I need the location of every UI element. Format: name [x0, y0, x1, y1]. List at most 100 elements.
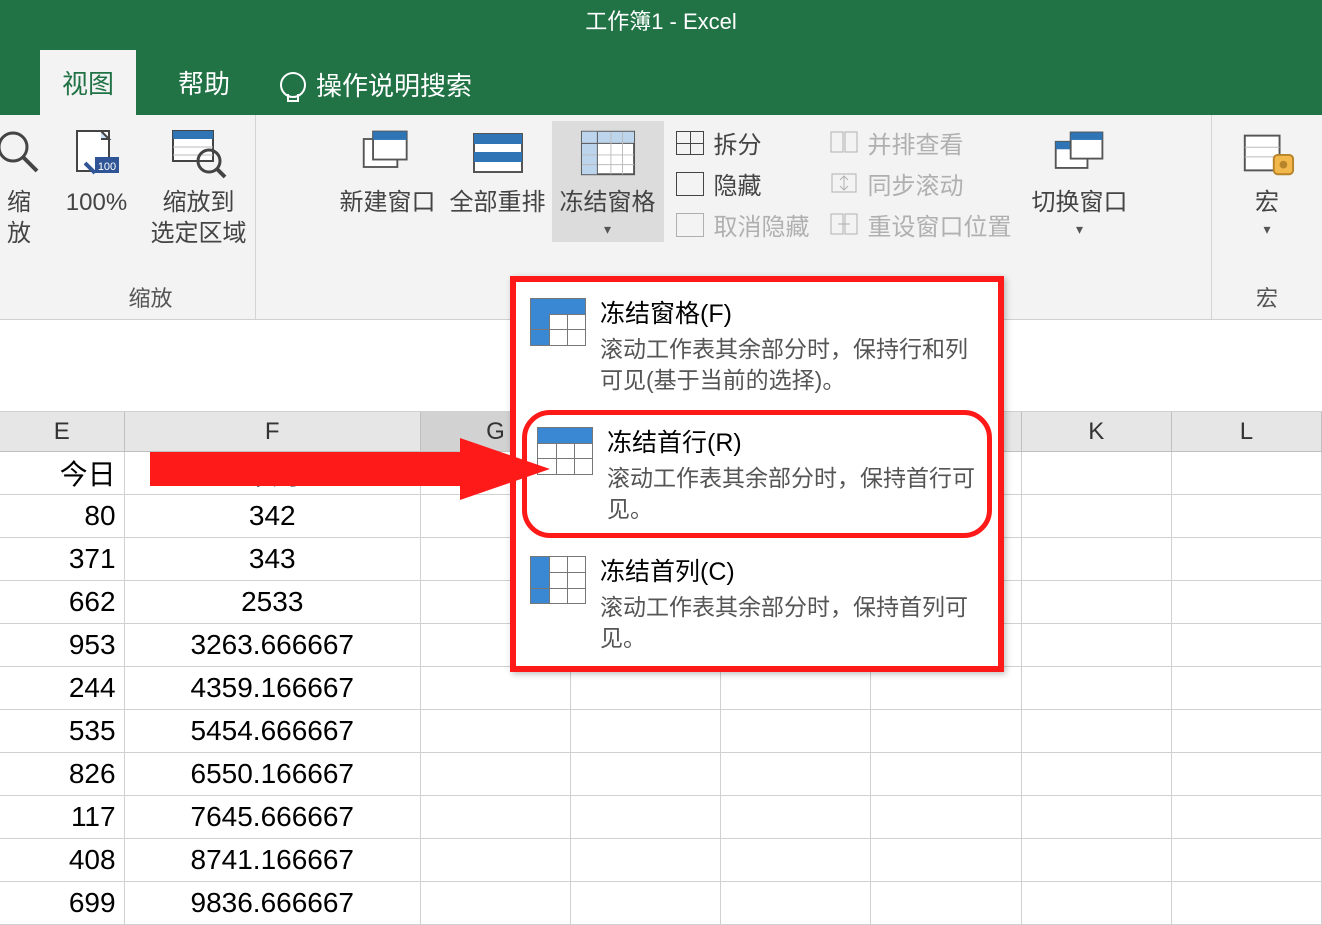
- cell[interactable]: [1172, 710, 1322, 752]
- cell[interactable]: [421, 882, 571, 924]
- cell[interactable]: [721, 796, 871, 838]
- cell[interactable]: [421, 710, 571, 752]
- cell[interactable]: [1022, 538, 1172, 580]
- cell[interactable]: [871, 710, 1021, 752]
- cell[interactable]: [721, 710, 871, 752]
- cell[interactable]: [1172, 667, 1322, 709]
- side-by-side-icon: [830, 131, 858, 155]
- col-header-K[interactable]: K: [1022, 412, 1172, 451]
- cell[interactable]: [1172, 882, 1322, 924]
- cell[interactable]: [571, 667, 721, 709]
- cell[interactable]: 371: [0, 538, 125, 580]
- zoom-button[interactable]: 缩 放: [0, 121, 42, 253]
- cell[interactable]: [721, 753, 871, 795]
- cell[interactable]: 80: [0, 495, 125, 537]
- cell[interactable]: 9836.666667: [125, 882, 421, 924]
- cell[interactable]: 本周: [125, 452, 421, 494]
- cell[interactable]: [421, 796, 571, 838]
- cell[interactable]: [421, 667, 571, 709]
- tell-me-search[interactable]: 操作说明搜索: [272, 54, 480, 115]
- cell[interactable]: [1172, 624, 1322, 666]
- cell[interactable]: [1022, 452, 1172, 494]
- cell[interactable]: [1172, 495, 1322, 537]
- freeze-panes-option[interactable]: 冻结窗格(F) 滚动工作表其余部分时，保持行和列可见(基于当前的选择)。: [516, 282, 998, 408]
- cell[interactable]: 244: [0, 667, 125, 709]
- tab-view[interactable]: 视图: [40, 50, 136, 115]
- magnifier-icon: [0, 125, 47, 181]
- cell[interactable]: [1172, 796, 1322, 838]
- freeze-top-row-option[interactable]: 冻结首行(R) 滚动工作表其余部分时，保持首行可见。: [522, 410, 992, 538]
- col-header-F[interactable]: F: [125, 412, 421, 451]
- cell[interactable]: 408: [0, 839, 125, 881]
- cell[interactable]: [571, 796, 721, 838]
- cell[interactable]: [721, 839, 871, 881]
- cell[interactable]: 342: [125, 495, 421, 537]
- col-header-E[interactable]: E: [0, 412, 125, 451]
- arrange-all-button[interactable]: 全部重排: [448, 121, 548, 222]
- cell[interactable]: [1172, 753, 1322, 795]
- cell[interactable]: [421, 839, 571, 881]
- cell[interactable]: [721, 882, 871, 924]
- cell[interactable]: [1022, 753, 1172, 795]
- cell[interactable]: [871, 796, 1021, 838]
- cell[interactable]: [1172, 581, 1322, 623]
- cell[interactable]: [571, 710, 721, 752]
- cell[interactable]: [1022, 581, 1172, 623]
- cell[interactable]: [1172, 839, 1322, 881]
- freeze-first-col-option[interactable]: 冻结首列(C) 滚动工作表其余部分时，保持首列可见。: [516, 540, 998, 666]
- cell[interactable]: [1022, 710, 1172, 752]
- cell[interactable]: [1022, 667, 1172, 709]
- cell[interactable]: [871, 839, 1021, 881]
- table-row: 4088741.166667: [0, 839, 1322, 882]
- freeze-top-row-option-desc: 滚动工作表其余部分时，保持首行可见。: [607, 463, 977, 525]
- cell[interactable]: 8741.166667: [125, 839, 421, 881]
- cell[interactable]: [1022, 495, 1172, 537]
- side-by-side-button[interactable]: 并排查看: [830, 125, 1012, 160]
- cell[interactable]: [871, 667, 1021, 709]
- cell[interactable]: [571, 882, 721, 924]
- cell[interactable]: 826: [0, 753, 125, 795]
- cell[interactable]: [1022, 882, 1172, 924]
- cell[interactable]: [1022, 796, 1172, 838]
- group-label-zoom: 缩放: [128, 277, 172, 315]
- cell[interactable]: [1022, 624, 1172, 666]
- lightbulb-icon: [280, 72, 306, 98]
- cell[interactable]: 2533: [125, 581, 421, 623]
- cell[interactable]: 662: [0, 581, 125, 623]
- cell[interactable]: 今日: [0, 452, 125, 494]
- unhide-button[interactable]: 取消隐藏: [676, 207, 810, 242]
- cell[interactable]: 6550.166667: [125, 753, 421, 795]
- cell[interactable]: [871, 753, 1021, 795]
- ribbon-tabstrip: 视图 帮助 操作说明搜索: [0, 40, 1322, 115]
- cell[interactable]: 953: [0, 624, 125, 666]
- cell[interactable]: [1172, 538, 1322, 580]
- reset-position-button[interactable]: 重设窗口位置: [830, 207, 1012, 242]
- cell[interactable]: [1022, 839, 1172, 881]
- cell[interactable]: [1172, 452, 1322, 494]
- cell[interactable]: [721, 667, 871, 709]
- switch-window-button[interactable]: 切换窗口 ▾: [1024, 121, 1136, 242]
- cell[interactable]: 343: [125, 538, 421, 580]
- cell[interactable]: 4359.166667: [125, 667, 421, 709]
- freeze-panes-button[interactable]: 冻结窗格 ▾: [552, 121, 664, 242]
- table-row: 1177645.666667: [0, 796, 1322, 839]
- cell[interactable]: [571, 839, 721, 881]
- cell[interactable]: 535: [0, 710, 125, 752]
- tab-help[interactable]: 帮助: [156, 50, 252, 115]
- cell[interactable]: [871, 882, 1021, 924]
- cell[interactable]: 117: [0, 796, 125, 838]
- col-header-L[interactable]: L: [1172, 412, 1322, 451]
- cell[interactable]: [571, 753, 721, 795]
- cell[interactable]: 699: [0, 882, 125, 924]
- cell[interactable]: [421, 753, 571, 795]
- sync-scroll-button[interactable]: 同步滚动: [830, 166, 1012, 201]
- split-button[interactable]: 拆分: [676, 125, 810, 160]
- zoom-100-button[interactable]: 100 100%: [51, 121, 143, 222]
- cell[interactable]: 3263.666667: [125, 624, 421, 666]
- macros-button[interactable]: 宏 ▾: [1219, 121, 1315, 242]
- new-window-button[interactable]: 新建窗口: [332, 121, 444, 222]
- cell[interactable]: 5454.666667: [125, 710, 421, 752]
- hide-button[interactable]: 隐藏: [676, 166, 810, 201]
- cell[interactable]: 7645.666667: [125, 796, 421, 838]
- zoom-selection-button[interactable]: 缩放到 选定区域: [147, 121, 251, 253]
